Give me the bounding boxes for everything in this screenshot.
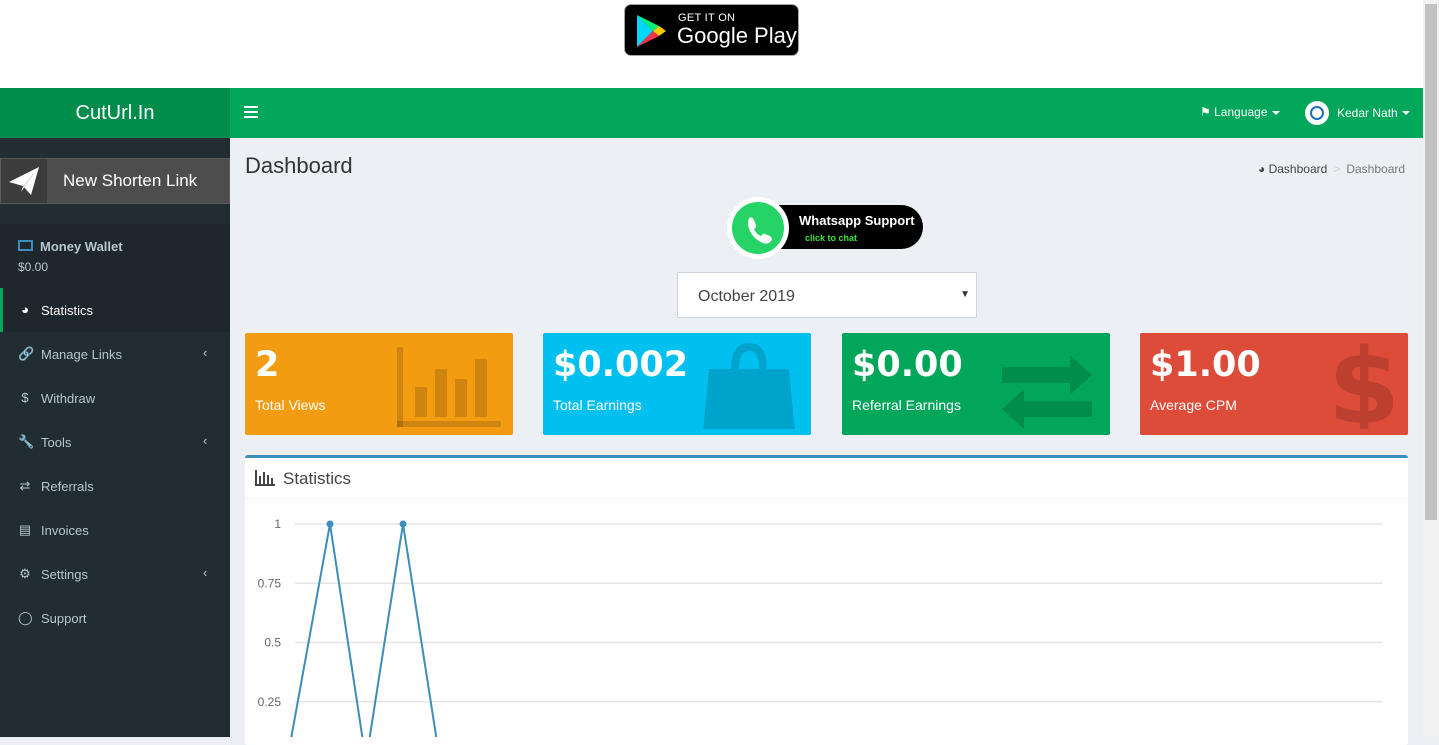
scrollbar-thumb[interactable] [1425, 4, 1437, 520]
month-select-value: October 2019 [698, 288, 795, 305]
whatsapp-support-button[interactable]: Whatsapp Support click to chat [727, 197, 923, 259]
new-shorten-link-button[interactable]: New Shorten Link [0, 158, 230, 204]
y-tick-label: 1 [274, 517, 281, 531]
month-select[interactable]: October 2019 ▼ [677, 272, 977, 318]
wrench-icon: 🔧 [18, 434, 35, 449]
credit-card-icon [18, 240, 33, 251]
info-box-total-earnings: $0.002 Total Earnings [543, 333, 811, 435]
whatsapp-icon [727, 197, 789, 259]
sidebar-item-withdraw[interactable]: $ Withdraw [0, 376, 230, 420]
caret-down-icon [1401, 111, 1410, 115]
language-label: Language [1214, 105, 1268, 119]
svg-text:$: $ [1328, 339, 1400, 429]
total-earnings-label: Total Earnings [553, 397, 642, 413]
menu-toggle-icon[interactable] [244, 106, 258, 118]
sidebar: New Shorten Link Money Wallet $0.00 ◕ St… [0, 138, 230, 737]
sidebar-item-support[interactable]: ◯ Support [0, 596, 230, 640]
caret-down-icon: ▼ [960, 289, 970, 300]
google-play-icon [637, 15, 666, 47]
statistics-title: Statistics [283, 469, 352, 488]
dollar-icon: $ [1328, 339, 1400, 429]
top-navbar: ⚑ Language Kedar Nath [230, 88, 1423, 138]
average-cpm-value: $1.00 [1150, 345, 1261, 385]
total-views-value: 2 [255, 345, 280, 385]
sidebar-item-tools[interactable]: 🔧 Tools ‹ [0, 420, 230, 464]
wallet-title: Money Wallet [40, 239, 123, 254]
exchange-icon [1002, 355, 1092, 429]
gears-icon: ⚙ [19, 566, 31, 581]
money-wallet: Money Wallet $0.00 [0, 224, 230, 288]
chevron-left-icon: ‹ [203, 433, 208, 448]
series-line [290, 523, 438, 737]
y-tick-label: 0.25 [258, 695, 282, 709]
wallet-value: $0.00 [18, 260, 49, 274]
sidebar-item-settings[interactable]: ⚙ Settings ‹ [0, 552, 230, 596]
user-name: Kedar Nath [1337, 106, 1398, 120]
whatsapp-subtitle: click to chat [805, 233, 858, 243]
info-box-average-cpm: $ $1.00 Average CPM [1140, 333, 1408, 435]
user-menu[interactable]: Kedar Nath [1305, 101, 1410, 125]
top-banner: GET IT ON Google Play [0, 0, 1423, 88]
shopping-bag-icon [703, 343, 795, 429]
sidebar-item-label: Invoices [41, 523, 89, 538]
y-tick-label: 0.75 [258, 576, 282, 590]
sidebar-item-label: Referrals [41, 479, 94, 494]
data-point[interactable] [399, 520, 407, 528]
sidebar-item-invoices[interactable]: ▤ Invoices [0, 508, 230, 552]
statistics-chart: 1 0.75 0.5 0.25 [258, 517, 1383, 737]
info-box-total-views: 2 Total Views [245, 333, 513, 435]
average-cpm-label: Average CPM [1150, 397, 1237, 413]
sidebar-item-label: Settings [41, 567, 88, 582]
breadcrumb-current: Dashboard [1346, 162, 1406, 176]
dashboard-icon: ◕ [21, 302, 29, 317]
sidebar-item-label: Manage Links [41, 347, 122, 362]
chevron-left-icon: ‹ [203, 565, 208, 580]
paper-plane-icon [1, 159, 47, 203]
sidebar-item-label: Withdraw [41, 391, 96, 406]
chevron-left-icon: ‹ [203, 345, 208, 360]
flag-icon: ⚑ [1200, 105, 1211, 119]
sidebar-item-label: Support [41, 611, 87, 626]
language-dropdown[interactable]: ⚑ Language [1200, 105, 1280, 119]
store-big-text: Google Play [677, 23, 797, 48]
caret-down-icon [1271, 110, 1280, 115]
referral-earnings-value: $0.00 [852, 345, 963, 385]
referral-earnings-label: Referral Earnings [852, 397, 961, 413]
page-title: Dashboard [245, 153, 353, 178]
bar-chart-icon [397, 347, 501, 427]
sidebar-item-referrals[interactable]: ⇄ Referrals [0, 464, 230, 508]
breadcrumb: ◕ Dashboard > Dashboard [1258, 162, 1406, 176]
dashboard-icon: ◕ [1258, 162, 1266, 176]
sidebar-item-statistics[interactable]: ◕ Statistics [0, 288, 230, 332]
bar-chart-icon [255, 470, 275, 486]
sidebar-item-label: Tools [41, 435, 72, 450]
data-point[interactable] [326, 520, 334, 528]
avatar [1305, 101, 1329, 125]
google-play-badge[interactable]: GET IT ON Google Play [624, 4, 799, 56]
y-tick-label: 0.5 [264, 636, 281, 650]
link-icon: 🔗 [18, 346, 35, 361]
new-shorten-link-label: New Shorten Link [63, 171, 198, 190]
sidebar-item-manage-links[interactable]: 🔗 Manage Links ‹ [0, 332, 230, 376]
dollar-icon: $ [21, 390, 29, 405]
whatsapp-title: Whatsapp Support [799, 213, 915, 228]
credit-card-icon: ▤ [18, 522, 32, 537]
sidebar-item-label: Statistics [41, 303, 94, 318]
total-views-label: Total Views [255, 397, 326, 413]
sidebar-menu: ◕ Statistics 🔗 Manage Links ‹ $ Withdraw… [0, 288, 230, 640]
exchange-icon: ⇄ [19, 478, 31, 493]
info-box-referral-earnings: $0.00 Referral Earnings [842, 333, 1110, 435]
breadcrumb-home[interactable]: Dashboard [1269, 162, 1328, 176]
app-logo[interactable]: CutUrl.In [0, 88, 230, 138]
statistics-box-header: Statistics [245, 458, 1408, 499]
total-earnings-value: $0.002 [553, 345, 689, 385]
life-ring-icon: ◯ [18, 610, 33, 625]
